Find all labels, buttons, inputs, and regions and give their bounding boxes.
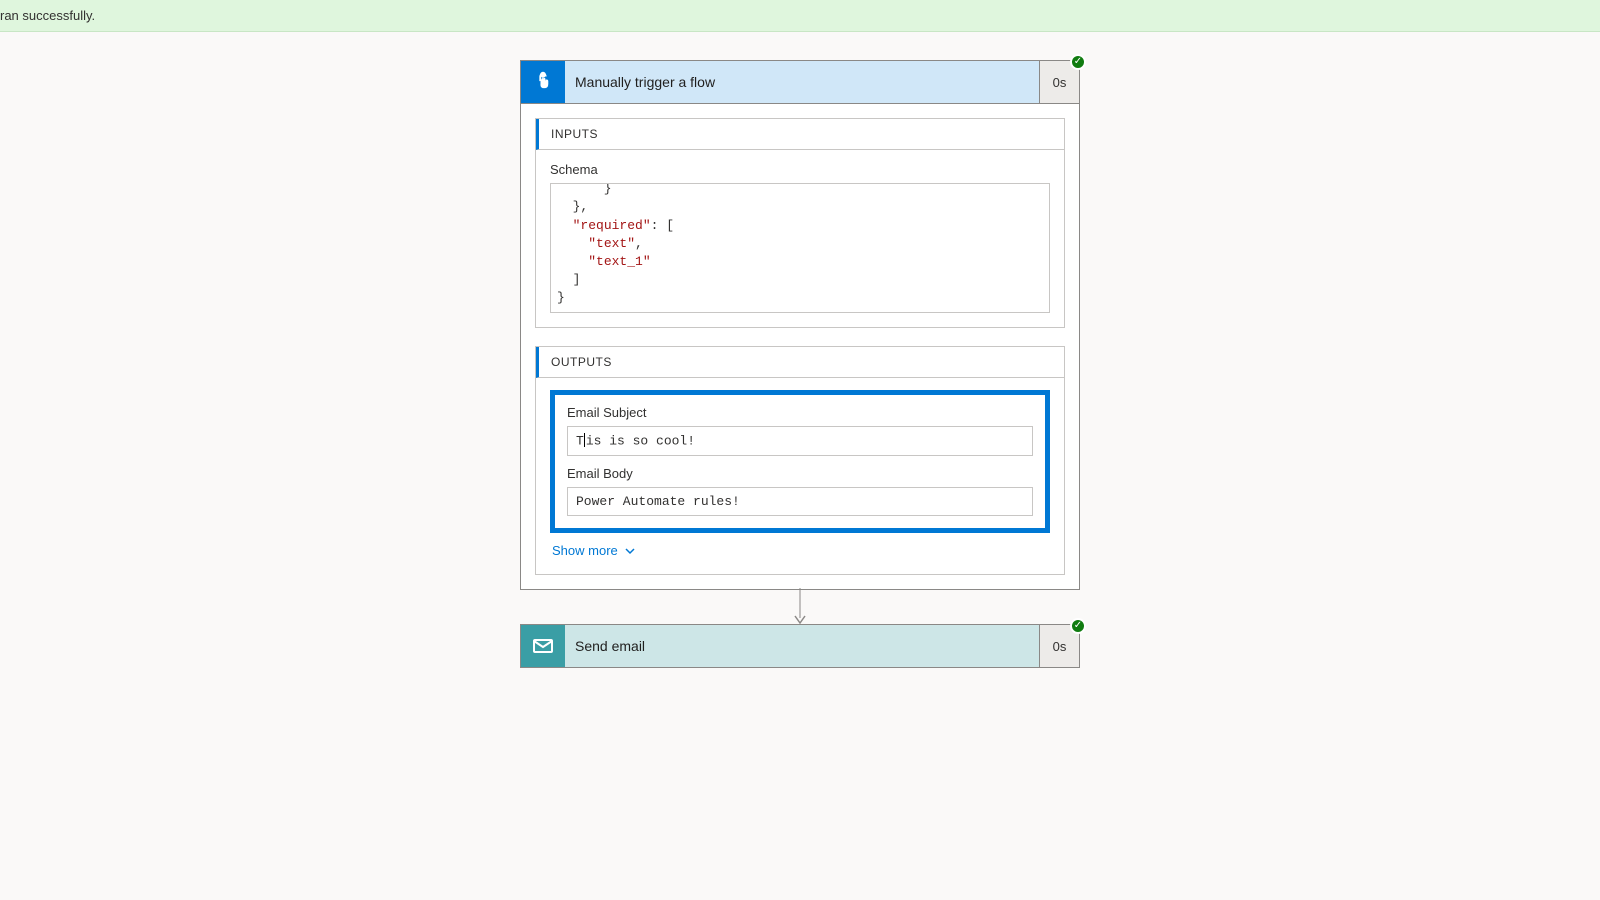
send-email-header[interactable]: Send email 0s [520,624,1080,668]
send-email-card: ✓ Send email 0s [520,624,1080,668]
email-subject-value[interactable]: Tis is so cool! [567,426,1033,456]
outputs-section-header: OUTPUTS [536,347,1064,378]
schema-code-box[interactable]: "x-ms-content-hint": "TEXT" } }, "requir… [550,183,1050,313]
show-more-link[interactable]: Show more [550,533,636,560]
trigger-header[interactable]: Manually trigger a flow 0s [520,60,1080,104]
success-check-icon: ✓ [1070,618,1086,634]
send-email-title: Send email [565,625,1039,667]
flow-arrow-connector [800,590,801,626]
email-body-value[interactable]: Power Automate rules! [567,487,1033,516]
show-more-label: Show more [552,543,618,558]
trigger-body: INPUTS Schema "x-ms-content-hint": "TEXT… [520,104,1080,590]
email-body-label: Email Body [567,466,1033,481]
inputs-section: INPUTS Schema "x-ms-content-hint": "TEXT… [535,118,1065,328]
inputs-section-header: INPUTS [536,119,1064,150]
trigger-title: Manually trigger a flow [565,61,1039,103]
outputs-section: OUTPUTS Email Subject Tis is so cool! Em… [535,346,1065,575]
text-caret-icon [584,433,585,447]
mail-icon [521,625,565,667]
trigger-touch-icon [521,61,565,103]
email-subject-label: Email Subject [567,405,1033,420]
outputs-highlight-box: Email Subject Tis is so cool! Email Body… [550,390,1050,533]
success-banner: ran successfully. [0,0,1600,32]
success-banner-text: ran successfully. [0,8,95,23]
success-check-icon: ✓ [1070,54,1086,70]
trigger-card: ✓ Manually trigger a flow 0s INPUTS Sche… [520,60,1080,590]
schema-label: Schema [550,162,1050,177]
chevron-down-icon [624,545,636,557]
flow-canvas: ✓ Manually trigger a flow 0s INPUTS Sche… [0,32,1600,668]
